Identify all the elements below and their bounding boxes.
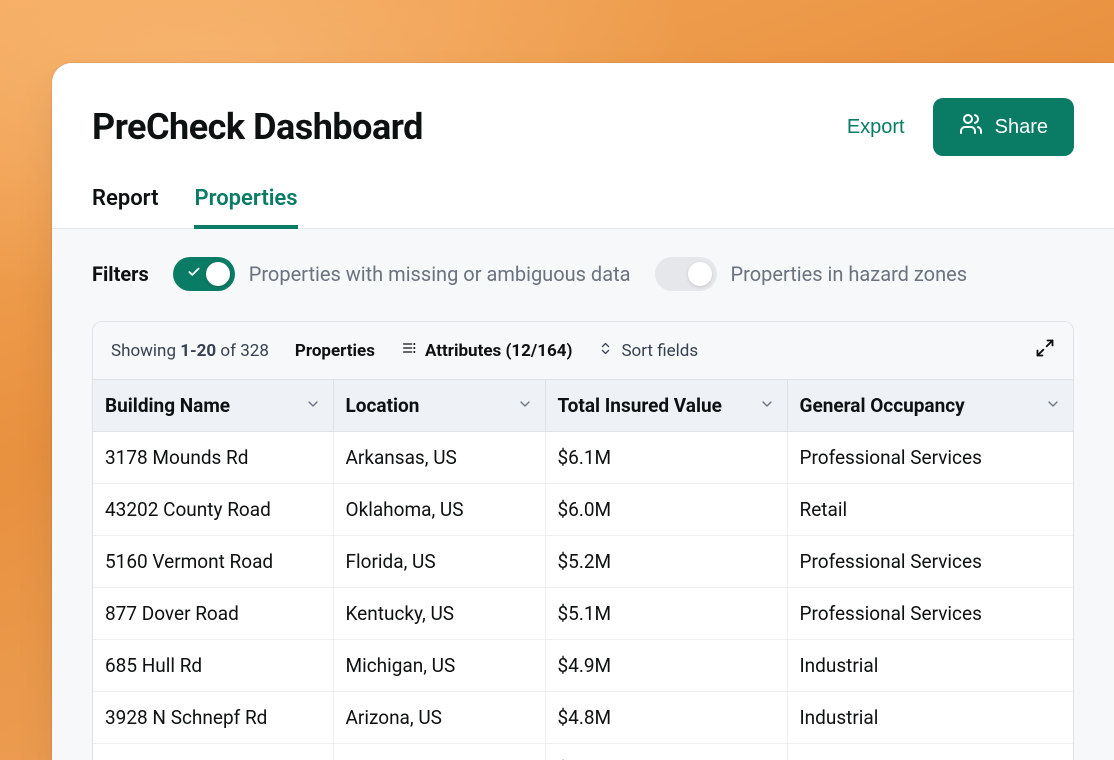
col-location[interactable]: Location: [333, 380, 545, 432]
toggle-missing-data[interactable]: [173, 257, 235, 291]
col-building-name[interactable]: Building Name: [93, 380, 333, 432]
sort-fields-button[interactable]: Sort fields: [598, 341, 698, 361]
table-row[interactable]: 685 Hull RdMichigan, US$4.9MIndustrial: [93, 640, 1073, 692]
table-row[interactable]: 5160 Vermont RoadFlorida, US$5.2MProfess…: [93, 536, 1073, 588]
cell-name: 3928 N Schnepf Rd: [93, 692, 333, 744]
cell-name: 5160 Vermont Road: [93, 536, 333, 588]
attributes-button[interactable]: Attributes (12/164): [401, 340, 572, 361]
header-actions: Export Share: [847, 98, 1074, 156]
col-general-occupancy[interactable]: General Occupancy: [787, 380, 1073, 432]
table-container: Showing 1-20 of 328 Properties Attribute…: [92, 321, 1074, 760]
cell-tiv: $6.1M: [545, 432, 787, 484]
filter-hazard-group: Properties in hazard zones: [655, 257, 968, 291]
cell-occ: Professional Services: [787, 588, 1073, 640]
scope-properties[interactable]: Properties: [295, 341, 375, 361]
title-row: PreCheck Dashboard Export Share: [92, 98, 1074, 156]
cell-name: 43202 County Road: [93, 484, 333, 536]
dashboard-card: PreCheck Dashboard Export Share Report P…: [52, 63, 1114, 760]
cell-location: Arkansas, US: [333, 432, 545, 484]
cell-occ: Retail: [787, 484, 1073, 536]
table-row[interactable]: 877 Dover RoadKentucky, US$5.1MProfessio…: [93, 588, 1073, 640]
page-title: PreCheck Dashboard: [92, 106, 423, 148]
people-icon: [959, 112, 983, 142]
cell-name: 1880 Curry Loop: [93, 744, 333, 760]
cell-location: Florida, US: [333, 536, 545, 588]
share-button[interactable]: Share: [933, 98, 1074, 156]
attributes-icon: [401, 340, 417, 361]
cell-location: Oklahoma, US: [333, 484, 545, 536]
export-button[interactable]: Export: [847, 116, 905, 139]
toggle-hazard-label: Properties in hazard zones: [731, 262, 968, 286]
cell-tiv: $4.9M: [545, 640, 787, 692]
cell-tiv: $5.1M: [545, 588, 787, 640]
cell-occ: Professional Services: [787, 432, 1073, 484]
chevron-down-icon[interactable]: [759, 394, 775, 417]
col-total-insured-value[interactable]: Total Insured Value: [545, 380, 787, 432]
chevron-down-icon[interactable]: [517, 394, 533, 417]
showing-count: Showing 1-20 of 328: [111, 341, 269, 361]
cell-name: 3178 Mounds Rd: [93, 432, 333, 484]
table-row[interactable]: 1880 Curry LoopTexas, US$4.2MProfessiona…: [93, 744, 1073, 760]
table-row[interactable]: 3178 Mounds RdArkansas, US$6.1MProfessio…: [93, 432, 1073, 484]
cell-location: Kentucky, US: [333, 588, 545, 640]
tabs: Report Properties: [52, 178, 1114, 229]
tab-report[interactable]: Report: [92, 178, 158, 229]
cell-location: Arizona, US: [333, 692, 545, 744]
tab-properties[interactable]: Properties: [194, 178, 297, 229]
table-toolbar: Showing 1-20 of 328 Properties Attribute…: [93, 322, 1073, 379]
cell-name: 877 Dover Road: [93, 588, 333, 640]
toggle-knob: [688, 262, 712, 286]
table-row[interactable]: 43202 County RoadOklahoma, US$6.0MRetail: [93, 484, 1073, 536]
cell-occ: Professional Services: [787, 744, 1073, 760]
cell-tiv: $5.2M: [545, 536, 787, 588]
expand-icon[interactable]: [1035, 338, 1055, 363]
cell-occ: Professional Services: [787, 536, 1073, 588]
cell-location: Texas, US: [333, 744, 545, 760]
cell-name: 685 Hull Rd: [93, 640, 333, 692]
chevron-down-icon[interactable]: [1045, 394, 1061, 417]
toggle-hazard-zones[interactable]: [655, 257, 717, 291]
cell-occ: Industrial: [787, 692, 1073, 744]
check-icon: [182, 265, 206, 283]
share-label: Share: [995, 116, 1048, 139]
filters-row: Filters Properties with missing or ambig…: [92, 257, 1074, 291]
cell-occ: Industrial: [787, 640, 1073, 692]
properties-table: Building Name Location: [93, 379, 1073, 760]
toggle-missing-label: Properties with missing or ambiguous dat…: [249, 262, 631, 286]
cell-location: Michigan, US: [333, 640, 545, 692]
cell-tiv: $4.2M: [545, 744, 787, 760]
table-row[interactable]: 3928 N Schnepf RdArizona, US$4.8MIndustr…: [93, 692, 1073, 744]
sort-icon: [598, 341, 613, 361]
filter-missing-group: Properties with missing or ambiguous dat…: [173, 257, 631, 291]
content-area: Filters Properties with missing or ambig…: [52, 229, 1114, 760]
cell-tiv: $6.0M: [545, 484, 787, 536]
card-header: PreCheck Dashboard Export Share Report P…: [52, 63, 1114, 229]
filters-label: Filters: [92, 262, 149, 286]
toggle-knob: [206, 262, 230, 286]
chevron-down-icon[interactable]: [305, 394, 321, 417]
cell-tiv: $4.8M: [545, 692, 787, 744]
